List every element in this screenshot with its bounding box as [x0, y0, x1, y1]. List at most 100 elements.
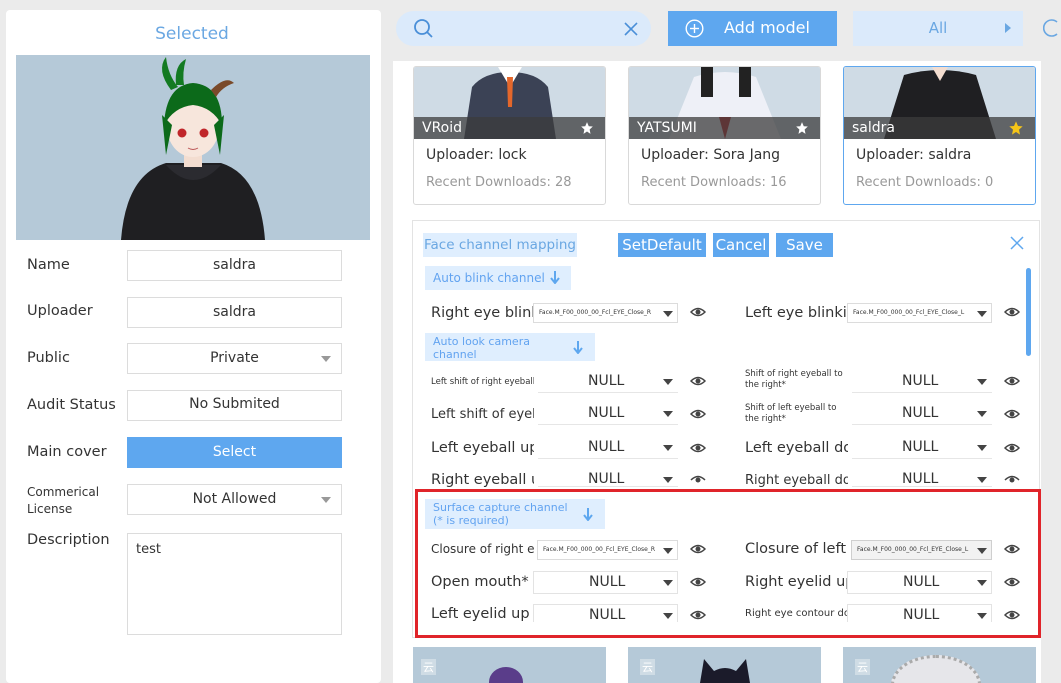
audit-status-value: No Submited [189, 396, 280, 412]
left-shift-eyeball-label: Left shift of eyeball [431, 407, 534, 422]
dialog-title: Face channel mapping [423, 233, 577, 257]
chevron-down-icon [977, 411, 987, 417]
right-eye-contour-down-select[interactable]: NULL [847, 604, 992, 622]
model-card-selected[interactable]: saldra Uploader: saldra Recent Downloads… [843, 66, 1036, 205]
shift-left-eyeball-right-select[interactable]: NULL [852, 403, 992, 425]
search-input[interactable] [440, 17, 610, 40]
clipped-row: Left eyelid up NULL Right eye contour do… [418, 604, 1036, 622]
right-eyeball-up-select[interactable]: NULL [538, 469, 678, 487]
left-eyeball-up-select[interactable]: NULL [538, 437, 678, 459]
model-card[interactable]: 云 [843, 647, 1036, 683]
save-button[interactable]: Save [776, 233, 833, 257]
star-icon[interactable] [580, 121, 594, 135]
left-eyeball-down-value: NULL [902, 439, 939, 455]
name-field[interactable]: saldra [127, 250, 342, 281]
right-eyeball-down-select[interactable]: NULL [852, 469, 992, 487]
model-thumbnail [700, 659, 750, 683]
left-eyeball-down-select[interactable]: NULL [852, 437, 992, 459]
cancel-button[interactable]: Cancel [713, 233, 769, 257]
eye-icon[interactable] [1004, 440, 1020, 456]
left-shift-eyeball-select[interactable]: NULL [538, 403, 678, 425]
eye-icon[interactable] [690, 406, 706, 422]
eye-icon[interactable] [690, 607, 706, 622]
dialog-scrollbar[interactable] [1026, 268, 1031, 356]
closure-right-eye-select[interactable]: Face.M_F00_000_00_Fcl_EYE_Close_R [537, 540, 678, 560]
close-icon[interactable] [624, 22, 638, 36]
chevron-right-icon [1005, 23, 1011, 33]
right-eyeball-down-value: NULL [902, 471, 939, 487]
chevron-down-icon [663, 477, 673, 483]
eye-icon[interactable] [1004, 406, 1020, 422]
model-name: VRoid [414, 117, 605, 139]
left-eye-blink-value: Face.M_F00_000_00_Fcl_EYE_Close_L [853, 309, 965, 316]
eye-icon[interactable] [1004, 541, 1020, 557]
search-bar[interactable] [396, 11, 651, 46]
model-name-text: saldra [852, 120, 895, 136]
eye-icon[interactable] [690, 304, 706, 320]
public-value: Private [210, 350, 259, 366]
model-card[interactable]: 云 [628, 647, 821, 683]
eye-icon[interactable] [690, 472, 706, 484]
description-textarea[interactable]: test [127, 533, 342, 635]
left-eyeball-up-label: Left eyeball up* [431, 440, 534, 456]
eye-icon[interactable] [1004, 373, 1020, 389]
eye-icon[interactable] [690, 541, 706, 557]
commercial-license-select[interactable]: Not Allowed [127, 484, 342, 515]
left-eyelid-up-value: NULL [589, 607, 626, 622]
uploader-label: Uploader [27, 303, 93, 319]
auto-look-camera-section[interactable]: Auto look camera channel [425, 333, 595, 361]
closure-right-eye-label: Closure of right eye* [431, 542, 534, 556]
shift-right-eyeball-right-select[interactable]: NULL [852, 371, 992, 393]
auto-blink-section[interactable]: Auto blink channel [425, 266, 571, 290]
eye-icon[interactable] [1004, 304, 1020, 320]
right-eye-blink-value: Face.M_F00_000_00_Fcl_EYE_Close_R [539, 309, 652, 316]
eye-icon[interactable] [1004, 574, 1020, 590]
auto-blink-label: Auto blink channel [433, 271, 545, 285]
left-eye-blink-select[interactable]: Face.M_F00_000_00_Fcl_EYE_Close_L [847, 303, 992, 323]
eye-icon[interactable] [1004, 472, 1020, 484]
avatar-preview [16, 55, 370, 240]
star-icon-active[interactable] [1008, 120, 1024, 136]
name-label: Name [27, 257, 70, 273]
left-eyeball-up-value: NULL [588, 439, 625, 455]
refresh-icon[interactable] [1043, 15, 1061, 41]
set-default-button[interactable]: SetDefault [618, 233, 706, 257]
cloud-badge: 云 [855, 659, 870, 675]
model-card[interactable]: YATSUMI Uploader: Sora Jang Recent Downl… [628, 66, 821, 205]
open-mouth-select[interactable]: NULL [533, 571, 678, 594]
model-name-text: YATSUMI [637, 120, 697, 136]
model-downloads: Recent Downloads: 0 [856, 175, 994, 190]
left-eyelid-up-select[interactable]: NULL [533, 604, 678, 622]
right-eye-blink-select[interactable]: Face.M_F00_000_00_Fcl_EYE_Close_R [533, 303, 678, 323]
eye-icon[interactable] [1004, 607, 1020, 622]
shift-left-eyeball-right-value: NULL [902, 405, 939, 421]
eye-icon[interactable] [690, 373, 706, 389]
right-eyelid-up-select[interactable]: NULL [847, 571, 992, 594]
eye-icon[interactable] [690, 574, 706, 590]
closure-left-eye-select[interactable]: Face.M_F00_000_00_Fcl_EYE_Close_L [851, 540, 992, 560]
public-select[interactable]: Private [127, 343, 342, 374]
model-thumbnail [489, 667, 523, 683]
chevron-down-icon [977, 580, 987, 586]
arrow-down-icon [573, 341, 583, 354]
chevron-down-icon [663, 411, 673, 417]
right-eye-contour-down-value: NULL [903, 607, 940, 622]
closure-left-eye-value: Face.M_F00_000_00_Fcl_EYE_Close_L [857, 546, 969, 553]
add-model-button[interactable]: Add model [668, 11, 837, 46]
select-cover-button[interactable]: Select [127, 437, 342, 468]
left-shift-eyeball-value: NULL [588, 405, 625, 421]
close-icon[interactable] [1010, 236, 1024, 250]
uploader-value: saldra [213, 304, 256, 320]
model-uploader: Uploader: lock [426, 147, 527, 163]
left-shift-right-eyeball-select[interactable]: NULL [538, 371, 678, 393]
star-icon[interactable] [795, 121, 809, 135]
model-card[interactable]: 云 [413, 647, 606, 683]
eye-icon[interactable] [690, 440, 706, 456]
surface-capture-label: Surface capture channel (* is required) [433, 501, 568, 527]
uploader-field[interactable]: saldra [127, 297, 342, 328]
surface-capture-section[interactable]: Surface capture channel (* is required) [425, 499, 605, 529]
model-card[interactable]: VRoid Uploader: lock Recent Downloads: 2… [413, 66, 606, 205]
model-downloads: Recent Downloads: 28 [426, 175, 572, 190]
model-name: saldra [844, 117, 1035, 139]
filter-select[interactable]: All [853, 11, 1023, 46]
